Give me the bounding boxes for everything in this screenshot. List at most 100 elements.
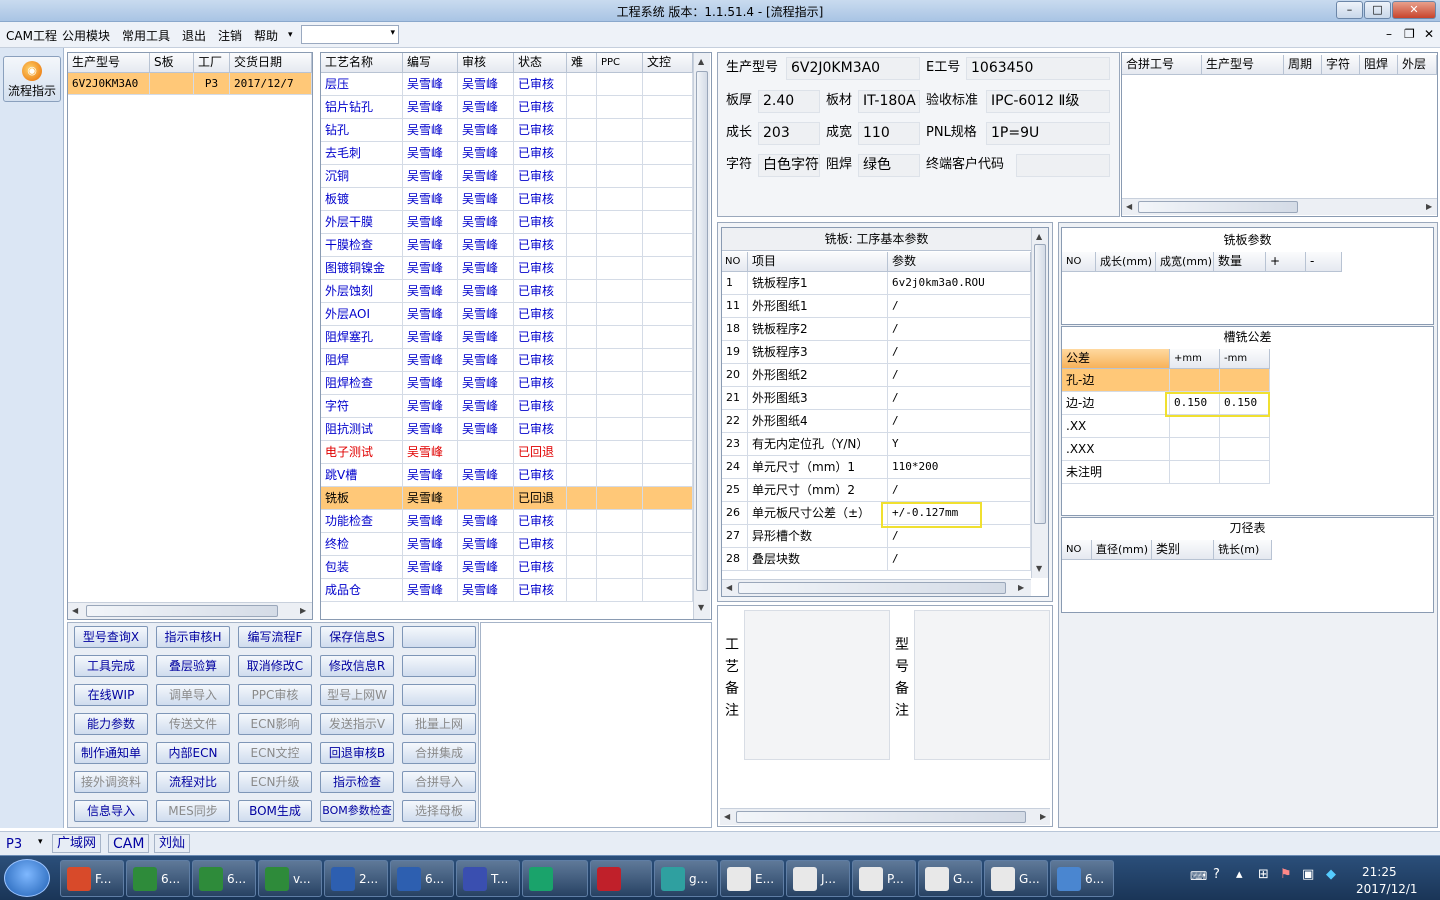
- milling-row-no[interactable]: 18: [722, 318, 748, 341]
- process-difficulty[interactable]: [567, 188, 597, 211]
- milling-row-no[interactable]: 23: [722, 433, 748, 456]
- action-button[interactable]: 型号查询X: [74, 626, 148, 648]
- slot-tol-plus[interactable]: [1170, 461, 1220, 484]
- process-difficulty[interactable]: [567, 464, 597, 487]
- mask-field[interactable]: 绿色: [858, 154, 920, 177]
- help-tray-icon[interactable]: ?: [1213, 867, 1220, 882]
- process-doc-control[interactable]: [643, 326, 693, 349]
- process-doc-control[interactable]: [643, 395, 693, 418]
- col-sboard[interactable]: S板: [150, 53, 194, 73]
- merge-hscroll[interactable]: ◀ ▶: [1122, 198, 1437, 215]
- help-dropdown-icon[interactable]: ▾: [288, 30, 293, 40]
- milling-row-item[interactable]: 有无内定位孔（Y/N）: [748, 433, 888, 456]
- milling-vscroll[interactable]: ▲ ▼: [1031, 228, 1048, 578]
- process-reviewer[interactable]: 吴雪峰: [458, 96, 514, 119]
- milling-row-param[interactable]: Y: [888, 433, 1031, 456]
- col-mill-param[interactable]: 参数: [888, 252, 1031, 272]
- process-reviewer[interactable]: [458, 487, 514, 510]
- col-bp-minus[interactable]: -: [1306, 252, 1342, 272]
- process-difficulty[interactable]: [567, 349, 597, 372]
- process-name[interactable]: 电子测试: [321, 441, 403, 464]
- process-doc-control[interactable]: [643, 73, 693, 96]
- col-merge-model[interactable]: 生产型号: [1202, 55, 1284, 75]
- process-name[interactable]: 干膜检查: [321, 234, 403, 257]
- taskbar-word-2[interactable]: 6...: [390, 860, 454, 897]
- process-ppc[interactable]: [597, 142, 643, 165]
- process-name[interactable]: 沉铜: [321, 165, 403, 188]
- process-ppc[interactable]: [597, 464, 643, 487]
- process-status[interactable]: 已审核: [514, 372, 567, 395]
- milling-row-item[interactable]: 外形图纸1: [748, 295, 888, 318]
- taskbar-pdf-app[interactable]: [590, 860, 652, 897]
- col-mill-no[interactable]: NO: [722, 252, 748, 272]
- taskbar-doc-app[interactable]: 6...: [1050, 860, 1114, 897]
- process-difficulty[interactable]: [567, 510, 597, 533]
- process-difficulty[interactable]: [567, 326, 597, 349]
- process-ppc[interactable]: [597, 188, 643, 211]
- milling-row-item[interactable]: 单元尺寸（mm）1: [748, 456, 888, 479]
- keyboard-icon[interactable]: ⌨: [1190, 869, 1207, 883]
- action-button[interactable]: 叠层验算: [156, 655, 230, 677]
- process-difficulty[interactable]: [567, 142, 597, 165]
- process-author[interactable]: 吴雪峰: [403, 441, 458, 464]
- menu-combo[interactable]: [301, 25, 399, 44]
- slot-tol-name[interactable]: 孔-边: [1062, 369, 1170, 392]
- taskbar-g-app-3[interactable]: G...: [984, 860, 1048, 897]
- delivery-cell[interactable]: 2017/12/7: [230, 73, 312, 95]
- display-tray-icon[interactable]: ▣: [1302, 867, 1314, 882]
- process-author[interactable]: 吴雪峰: [403, 510, 458, 533]
- action-button[interactable]: 接外调资料: [74, 771, 148, 793]
- process-author[interactable]: 吴雪峰: [403, 142, 458, 165]
- slot-tol-minus[interactable]: [1220, 461, 1270, 484]
- process-name[interactable]: 字符: [321, 395, 403, 418]
- milling-row-item[interactable]: 单元尺寸（mm）2: [748, 479, 888, 502]
- milling-row-no[interactable]: 28: [722, 548, 748, 571]
- process-reviewer[interactable]: 吴雪峰: [458, 533, 514, 556]
- process-doc-control[interactable]: [643, 372, 693, 395]
- width-field[interactable]: 110: [858, 122, 920, 145]
- col-tol[interactable]: 公差: [1062, 349, 1170, 369]
- process-difficulty[interactable]: [567, 96, 597, 119]
- process-ppc[interactable]: [597, 579, 643, 602]
- taskbar-save-app[interactable]: T...: [456, 860, 520, 897]
- process-status[interactable]: 已审核: [514, 73, 567, 96]
- action-button[interactable]: [402, 655, 476, 677]
- action-button[interactable]: ECN影响: [238, 713, 312, 735]
- process-difficulty[interactable]: [567, 372, 597, 395]
- col-merge-no[interactable]: 合拼工号: [1122, 55, 1202, 75]
- app-tray-icon[interactable]: ◆: [1326, 867, 1336, 882]
- process-status[interactable]: 已审核: [514, 119, 567, 142]
- slot-tol-minus[interactable]: [1220, 369, 1270, 392]
- milling-row-item[interactable]: 异形槽个数: [748, 525, 888, 548]
- process-ppc[interactable]: [597, 372, 643, 395]
- process-name[interactable]: 功能检查: [321, 510, 403, 533]
- process-ppc[interactable]: [597, 234, 643, 257]
- network-tray-icon[interactable]: ⊞: [1258, 867, 1269, 882]
- process-status[interactable]: 已审核: [514, 418, 567, 441]
- process-author[interactable]: 吴雪峰: [403, 234, 458, 257]
- process-status[interactable]: 已审核: [514, 257, 567, 280]
- col-model[interactable]: 生产型号: [68, 53, 150, 73]
- factory-dropdown-icon[interactable]: ▾: [38, 837, 43, 847]
- process-doc-control[interactable]: [643, 142, 693, 165]
- pnl-field[interactable]: 1P=9U: [986, 122, 1110, 145]
- milling-row-no[interactable]: 22: [722, 410, 748, 433]
- milling-row-item[interactable]: 铣板程序3: [748, 341, 888, 364]
- process-status[interactable]: 已回退: [514, 441, 567, 464]
- process-doc-control[interactable]: [643, 464, 693, 487]
- col-process[interactable]: 工艺名称: [321, 53, 403, 73]
- process-difficulty[interactable]: [567, 234, 597, 257]
- process-doc-control[interactable]: [643, 487, 693, 510]
- mdi-minimize-icon[interactable]: –: [1386, 27, 1392, 41]
- col-status[interactable]: 状态: [514, 53, 567, 73]
- col-doc-control[interactable]: 文控: [643, 53, 693, 73]
- process-name[interactable]: 铝片钻孔: [321, 96, 403, 119]
- action-button[interactable]: 工具完成: [74, 655, 148, 677]
- process-difficulty[interactable]: [567, 441, 597, 464]
- taskbar-g-app-2[interactable]: G...: [918, 860, 982, 897]
- process-doc-control[interactable]: [643, 533, 693, 556]
- slot-tol-name[interactable]: 未注明: [1062, 461, 1170, 484]
- model-cell[interactable]: 6V2J0KM3A0: [68, 73, 150, 95]
- action-button[interactable]: 发送指示V: [320, 713, 394, 735]
- process-status[interactable]: 已审核: [514, 211, 567, 234]
